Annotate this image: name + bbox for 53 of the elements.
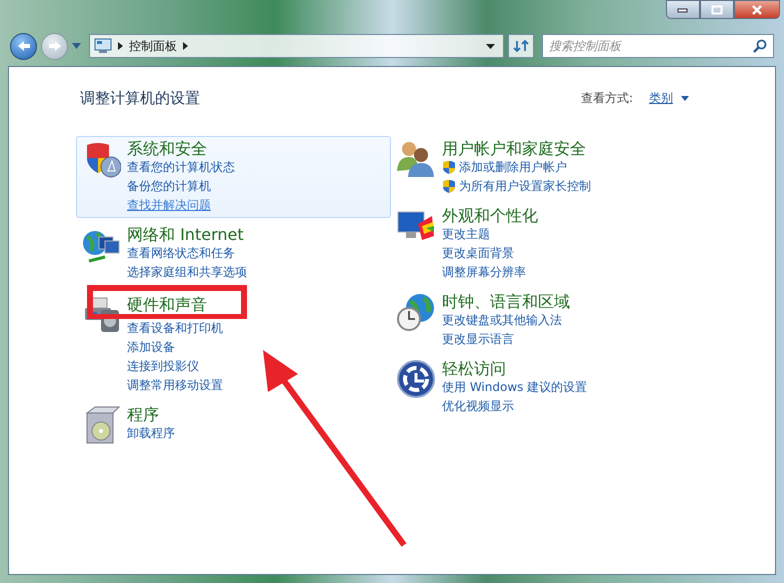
minimize-icon (677, 6, 689, 12)
task-link[interactable]: 备份您的计算机 (127, 176, 211, 196)
search-field[interactable]: 搜索控制面板 (542, 34, 774, 58)
category-title[interactable]: 程序 (127, 404, 159, 424)
refresh-icon (513, 39, 529, 53)
task-link[interactable]: 更改桌面背景 (442, 244, 514, 262)
task-link[interactable]: 添加或删除用户帐户 (459, 158, 567, 176)
category-title[interactable]: 系统和安全 (127, 138, 207, 158)
task-link[interactable]: 卸载程序 (127, 424, 175, 442)
task-link[interactable]: 查看设备和打印机 (127, 318, 223, 338)
task-link[interactable]: 优化视频显示 (442, 396, 514, 416)
task-link[interactable]: 调整屏幕分辨率 (442, 262, 526, 282)
maximize-button[interactable] (700, 0, 734, 19)
task-link[interactable]: 更改显示语言 (442, 330, 514, 348)
maximize-icon (711, 4, 723, 14)
caret-icon (681, 96, 689, 101)
close-icon (751, 4, 763, 14)
task-link[interactable]: 查看您的计算机状态 (127, 158, 235, 176)
task-link[interactable]: 更改键盘或其他输入法 (442, 310, 562, 330)
close-button[interactable] (734, 0, 780, 19)
refresh-button[interactable] (508, 34, 534, 58)
task-link[interactable]: 连接到投影仪 (127, 356, 199, 376)
task-link[interactable]: 更改主题 (442, 224, 490, 244)
task-link[interactable]: 为所有用户设置家长控制 (459, 176, 591, 196)
category-title[interactable]: 网络和 Internet (127, 224, 244, 244)
address-bar[interactable]: 控制面板 (89, 34, 504, 58)
category-title[interactable]: 轻松访问 (442, 358, 506, 378)
control-panel-icon (94, 38, 112, 54)
view-by-dropdown[interactable]: 类别 (649, 89, 689, 108)
breadcrumb-arrow-icon[interactable] (118, 42, 123, 50)
task-link[interactable]: 查看网络状态和任务 (127, 244, 235, 262)
task-link[interactable]: 添加设备 (127, 338, 175, 356)
category-title[interactable]: 外观和个性化 (442, 206, 538, 224)
forward-arrow-icon (48, 40, 62, 52)
back-button[interactable] (10, 32, 37, 60)
minimize-button[interactable] (666, 0, 700, 19)
task-link[interactable]: 查找并解决问题 (127, 196, 211, 214)
breadcrumb-arrow-icon[interactable] (183, 42, 188, 50)
task-link[interactable]: 选择家庭组和共享选项 (127, 262, 247, 282)
category-title[interactable]: 用户帐户和家庭安全 (442, 138, 586, 158)
breadcrumb-item[interactable]: 控制面板 (129, 37, 177, 55)
task-link[interactable]: 调整常用移动设置 (127, 376, 223, 394)
globe-clock-icon[interactable] (396, 292, 436, 332)
search-icon[interactable] (753, 39, 767, 53)
dropdown-arrow-icon[interactable] (486, 44, 495, 48)
accessibility-icon[interactable] (396, 358, 436, 398)
back-arrow-icon (16, 40, 30, 52)
view-by-label: 查看方式: (580, 90, 633, 108)
page-title: 调整计算机的设置 (80, 88, 200, 109)
category-title[interactable]: 时钟、语言和区域 (442, 292, 570, 310)
task-link[interactable]: 使用 Windows 建议的设置 (442, 378, 588, 396)
category-title[interactable]: 硬件和声音 (127, 294, 207, 314)
category-highlight[interactable]: 系统和安全 查看您的计算机状态 备份您的计算机 查找并解决问题 (76, 136, 391, 218)
